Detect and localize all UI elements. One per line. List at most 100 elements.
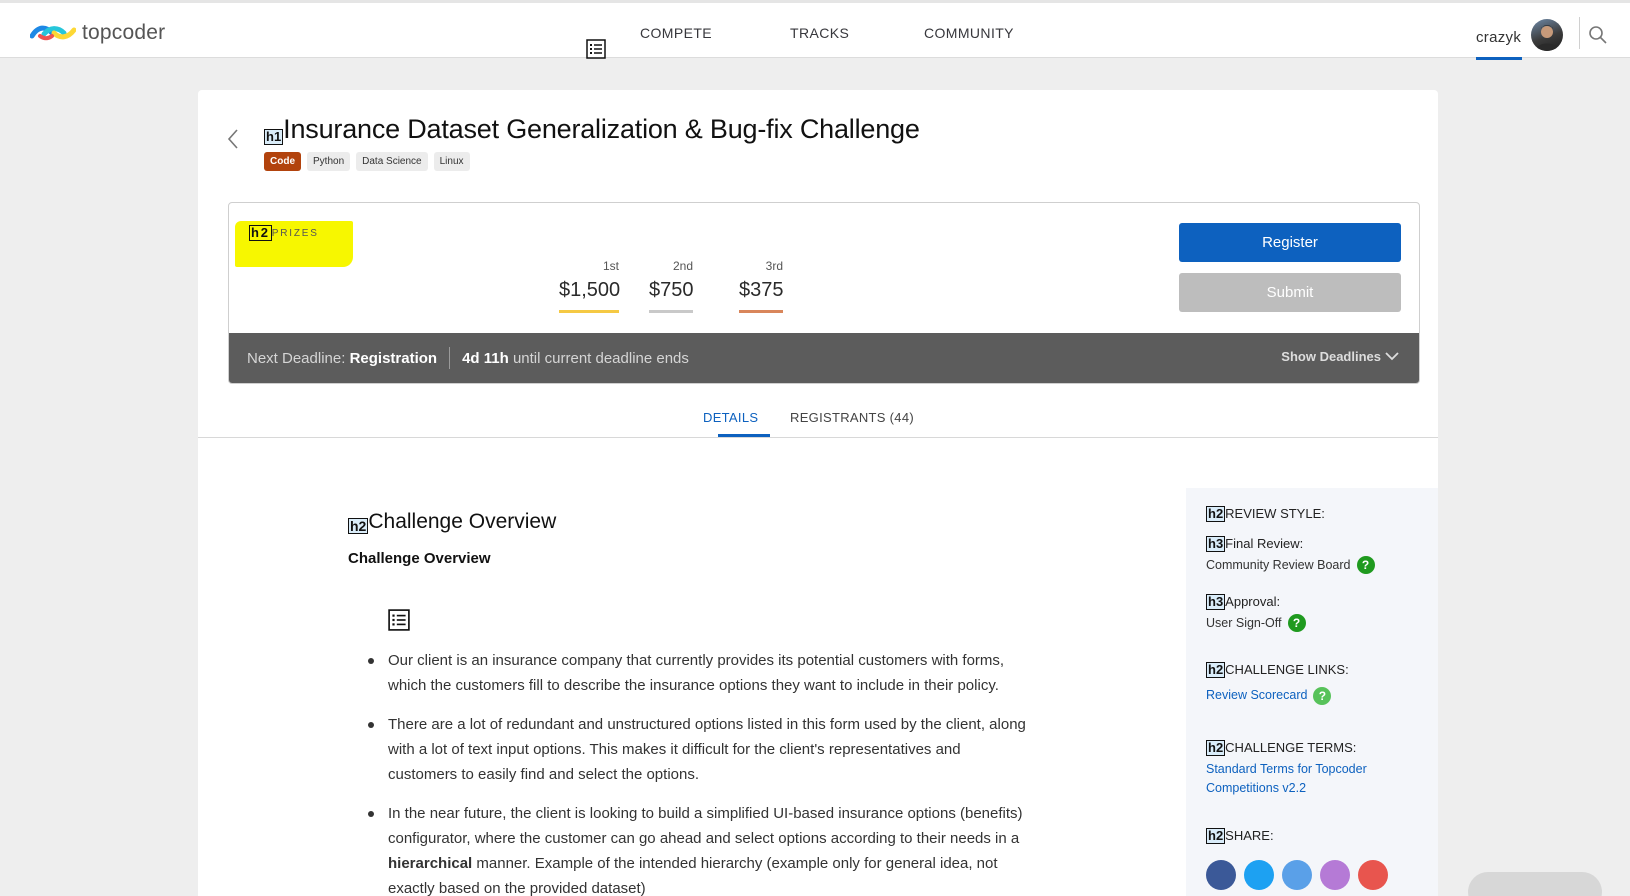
- heading-tag-h2: h2: [1206, 740, 1226, 756]
- list-item-text: manner. Example of the intended hierarch…: [388, 855, 998, 896]
- prize-bar: [739, 310, 783, 313]
- heading-tag-h2: h2: [1206, 506, 1226, 522]
- list-item-bold: hierarchical: [388, 855, 473, 872]
- show-deadlines-label: Show Deadlines: [1281, 349, 1381, 364]
- deadline-bar: Next Deadline: Registration 4d 11h until…: [229, 333, 1419, 383]
- show-deadlines-toggle[interactable]: Show Deadlines: [1281, 349, 1399, 364]
- final-review-value: Community Review Board: [1206, 558, 1351, 572]
- challenge-terms-label: CHALLENGE TERMS:: [1225, 740, 1357, 755]
- approval-label: Approval:: [1225, 594, 1281, 609]
- help-icon[interactable]: ?: [1356, 556, 1375, 574]
- list-icon: [388, 609, 410, 631]
- search-icon[interactable]: [1588, 25, 1608, 45]
- username[interactable]: crazyk: [1476, 29, 1521, 46]
- share-icon[interactable]: [1320, 860, 1350, 890]
- deadline-suffix: until current deadline ends: [512, 349, 689, 367]
- heading-tag-h3: h3: [1206, 594, 1226, 610]
- deadline-time: 4d 11h: [462, 349, 509, 367]
- challenge-details: h2 Challenge Overview Challenge Overview…: [348, 510, 1028, 896]
- tag-python[interactable]: Python: [307, 152, 351, 171]
- list-item: Our client is an insurance company that …: [368, 648, 1028, 698]
- prize-bar: [559, 310, 619, 313]
- twitter-share-icon[interactable]: [1244, 860, 1274, 890]
- prize-amount: $1,500: [559, 279, 621, 301]
- terms-link[interactable]: Standard Terms for Topcoder Competitions…: [1206, 760, 1406, 798]
- prize-amount: $750: [649, 279, 694, 301]
- google-share-icon[interactable]: [1358, 860, 1388, 890]
- prizes-heading: h2 PRIZES: [249, 225, 319, 241]
- topcoder-logo[interactable]: topcoder: [30, 21, 165, 45]
- share-label: SHARE:: [1225, 828, 1274, 843]
- deadline-divider: [449, 347, 451, 369]
- tab-details[interactable]: DETAILS: [703, 410, 758, 425]
- logo-text: topcoder: [82, 21, 166, 44]
- heading-tag-h2: h2: [249, 225, 272, 241]
- help-icon[interactable]: ?: [1287, 614, 1306, 632]
- register-button[interactable]: Register: [1179, 223, 1401, 262]
- share-buttons: [1206, 860, 1388, 890]
- chat-widget-button[interactable]: [1468, 872, 1602, 896]
- final-review: h3 Final Review: Community Review Board ?: [1206, 536, 1375, 574]
- tag-linux[interactable]: Linux: [433, 152, 470, 171]
- facebook-share-icon[interactable]: [1206, 860, 1236, 890]
- approval: h3 Approval: User Sign-Off ?: [1206, 594, 1306, 632]
- heading-tag-h1: h1: [264, 129, 284, 145]
- final-review-value-row: Community Review Board ?: [1206, 556, 1375, 574]
- heading-tag-h2: h2: [1206, 828, 1226, 844]
- nav-tracks[interactable]: TRACKS: [790, 25, 849, 41]
- review-scorecard-link[interactable]: Review Scorecard: [1206, 686, 1307, 705]
- prize-amount: $375: [739, 279, 784, 301]
- heading-tag-h2: h2: [348, 518, 369, 534]
- deadline-prefix: Next Deadline:: [247, 349, 346, 367]
- nav-compete[interactable]: COMPETE: [640, 25, 712, 41]
- list-icon: [586, 39, 606, 59]
- heading-tag-h2: h2: [1206, 662, 1226, 678]
- challenge-terms: h2 CHALLENGE TERMS: Standard Terms for To…: [1206, 740, 1406, 798]
- chevron-down-icon: [1385, 352, 1399, 361]
- deadline-phase: Registration: [349, 349, 438, 367]
- challenge-tags: Code Python Data Science Linux: [264, 152, 470, 171]
- chevron-left-icon[interactable]: [226, 128, 240, 150]
- prize-first: 1st $1,500: [559, 259, 621, 313]
- challenge-links-label: CHALLENGE LINKS:: [1225, 662, 1349, 677]
- challenge-card: h1 Insurance Dataset Generalization & Bu…: [198, 90, 1438, 896]
- avatar-silhouette-icon: [1535, 25, 1559, 51]
- prize-place: 3rd: [765, 259, 783, 273]
- submit-button[interactable]: Submit: [1179, 273, 1401, 312]
- tab-registrants[interactable]: REGISTRANTS (44): [790, 410, 914, 425]
- approval-value: User Sign-Off: [1206, 616, 1282, 630]
- top-navbar: topcoder COMPETE TRACKS COMMUNITY crazyk: [0, 0, 1630, 60]
- scorecard-row: Review Scorecard ?: [1206, 686, 1349, 705]
- header-divider: [1579, 17, 1580, 49]
- topcoder-logo-icon: [30, 25, 76, 41]
- active-tab-underline: [718, 434, 770, 437]
- list-item: There are a lot of redundant and unstruc…: [368, 712, 1028, 787]
- nav-community[interactable]: COMMUNITY: [924, 25, 1014, 41]
- prize-second: 2nd $750: [649, 259, 694, 313]
- share-heading: h2 SHARE:: [1206, 828, 1274, 844]
- overview-title: Challenge Overview: [368, 510, 557, 533]
- prize-place: 2nd: [672, 259, 693, 273]
- review-style-heading: h2 REVIEW STYLE:: [1206, 506, 1325, 522]
- approval-value-row: User Sign-Off ?: [1206, 614, 1306, 632]
- review-style-label: REVIEW STYLE:: [1225, 506, 1325, 521]
- prize-place: 1st: [602, 259, 619, 273]
- prize-bar: [649, 310, 693, 313]
- help-icon[interactable]: ?: [1313, 686, 1332, 705]
- challenge-links: h2 CHALLENGE LINKS: Review Scorecard ?: [1206, 662, 1349, 705]
- page-title: Insurance Dataset Generalization & Bug-f…: [283, 114, 920, 144]
- challenge-tabs: DETAILS REGISTRANTS (44): [198, 398, 1438, 438]
- challenge-sidebar: h2 REVIEW STYLE: h3 Final Review: Communit…: [1186, 488, 1438, 896]
- prizes-label: PRIZES: [271, 227, 319, 239]
- user-underline: [1476, 57, 1522, 60]
- list-item-text: In the near future, the client is lookin…: [388, 805, 1023, 847]
- avatar[interactable]: [1531, 19, 1563, 51]
- overview-list: Our client is an insurance company that …: [368, 648, 1028, 896]
- prize-third: 3rd $375: [739, 259, 784, 313]
- overview-subheading: Challenge Overview: [348, 550, 491, 567]
- overview-heading: h2 Challenge Overview: [348, 510, 1028, 534]
- list-item: In the near future, the client is lookin…: [368, 801, 1028, 896]
- tag-code[interactable]: Code: [264, 152, 301, 171]
- linkedin-share-icon[interactable]: [1282, 860, 1312, 890]
- tag-data-science[interactable]: Data Science: [356, 152, 428, 171]
